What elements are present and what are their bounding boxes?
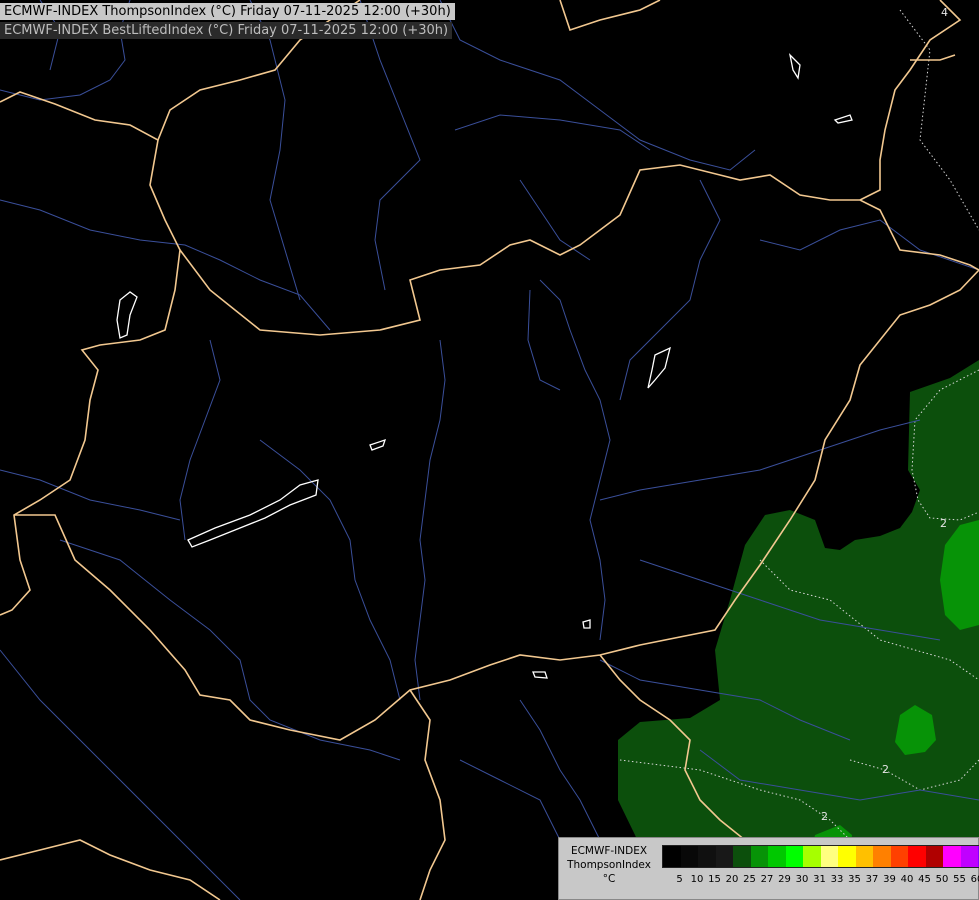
- legend-tick-label: 40: [900, 874, 914, 885]
- legend-tick-label: 27: [760, 874, 774, 885]
- legend-tick-label: 30: [795, 874, 809, 885]
- legend-tick-label: 39: [883, 874, 896, 885]
- weather-map: 2 2 2 2 4: [0, 0, 979, 900]
- contour-label: 2: [821, 810, 828, 823]
- legend-swatch: [820, 846, 838, 867]
- legend-tick-label: 5: [676, 874, 683, 885]
- index-field-25: [618, 360, 979, 900]
- legend-tick-label: 37: [865, 874, 879, 885]
- legend-tick-label: 15: [708, 874, 721, 885]
- legend-color-bar: [662, 845, 979, 868]
- legend-swatch: [925, 846, 943, 867]
- legend-label-line: °C: [602, 873, 616, 885]
- legend-tick-label: 31: [813, 874, 826, 885]
- legend-tick-label: 25: [743, 874, 756, 885]
- legend-swatch: [715, 846, 733, 867]
- legend-swatch: [908, 846, 926, 867]
- map-title-lifted: ECMWF-INDEX BestLiftedIndex (°C) Friday …: [0, 22, 453, 39]
- legend-swatch: [803, 846, 821, 867]
- legend-swatch: [943, 846, 961, 867]
- legend-swatch: [663, 846, 681, 867]
- legend-label: ECMWF-INDEX ThompsonIndex °C: [563, 844, 655, 886]
- legend-swatch: [960, 846, 978, 867]
- legend-swatch: [680, 846, 698, 867]
- contour-label: 2: [882, 763, 889, 776]
- legend-swatch: [733, 846, 751, 867]
- legend-ticks: 5 10 15 20 25 27 29 30 31 33 35 37 39 40 45 50 55 60: [662, 874, 979, 888]
- contour-label: 2: [940, 517, 947, 530]
- legend-label-line: ECMWF-INDEX: [570, 845, 648, 857]
- legend-tick-label: 35: [848, 874, 861, 885]
- legend-tick-label: 10: [690, 874, 704, 885]
- legend-tick-label: 45: [918, 874, 931, 885]
- legend-swatch: [873, 846, 891, 867]
- legend-tick-label: 50: [935, 874, 949, 885]
- contour-label: 4: [941, 6, 948, 19]
- legend-swatch: [890, 846, 908, 867]
- map-title-thompson: ECMWF-INDEX ThompsonIndex (°C) Friday 07…: [0, 3, 455, 20]
- legend-swatch: [768, 846, 786, 867]
- legend-tick-label: 20: [725, 874, 739, 885]
- legend-tick-label: 60: [970, 874, 979, 885]
- legend-swatch: [698, 846, 716, 867]
- legend-label-line: ThompsonIndex: [567, 859, 651, 871]
- legend-tick-label: 33: [830, 874, 844, 885]
- legend-swatch: [750, 846, 768, 867]
- color-legend: ECMWF-INDEX ThompsonIndex °C 5 10 15 20 25 27…: [558, 837, 979, 900]
- legend-tick-label: 55: [953, 874, 966, 885]
- map-canvas: 2 2 2 2 4 ECMWF-INDEX ThompsonIndex (°C)…: [0, 0, 979, 900]
- legend-swatch: [838, 846, 856, 867]
- legend-tick-label: 29: [778, 874, 791, 885]
- legend-swatch: [785, 846, 803, 867]
- legend-swatch: [855, 846, 873, 867]
